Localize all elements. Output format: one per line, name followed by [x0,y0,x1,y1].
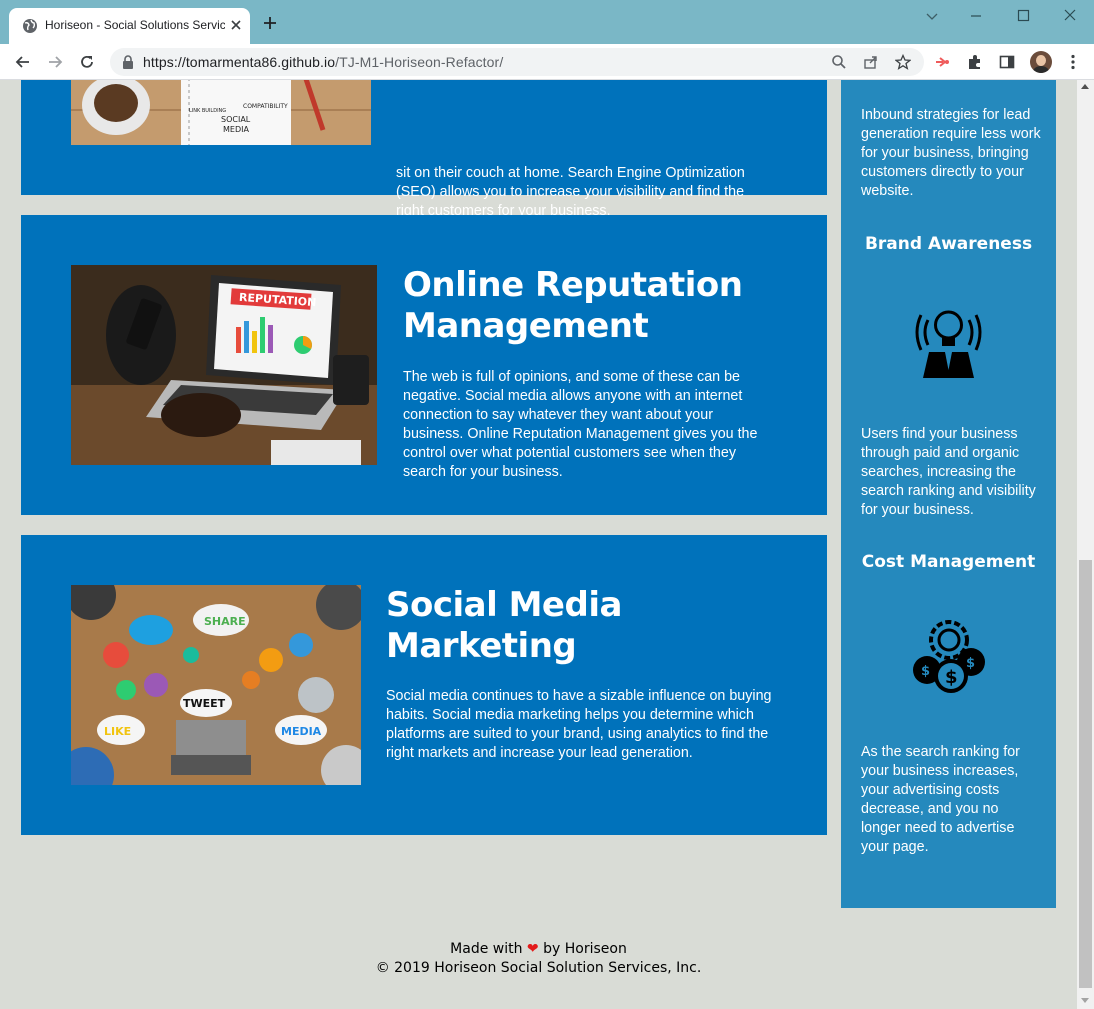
benefits-aside: Inbound strategies for lead generation r… [841,80,1056,908]
window-close-icon[interactable] [1060,6,1080,26]
smm-title-line-1: Social Media [386,585,622,625]
lead-generation-text: Inbound strategies for lead generation r… [861,107,1041,199]
side-panel-icon[interactable] [998,53,1016,71]
smm-section: SHARE TWEET LIKE MEDIA Social Media Mark… [21,535,827,835]
footer-made-with: Made with ❤ by Horiseon [0,940,1077,959]
smm-title-line-2: Marketing [386,626,577,666]
seo-text: sit on their couch at home. Search Engin… [396,164,776,221]
svg-text:$: $ [966,656,975,671]
seo-image-art: SOCIAL MEDIA COMPATIBILITY LINK BUILDING [71,80,371,145]
more-menu-icon[interactable] [1064,53,1082,71]
seo-image-word-media: MEDIA [223,125,249,134]
zoom-search-icon[interactable] [831,54,847,70]
orm-image-art: REPUTATION [71,265,377,465]
browser-toolbar: https://tomarmenta86.github.io/TJ-M1-Hor… [0,44,1094,80]
orm-title-line-2: Management [403,306,649,346]
profile-avatar[interactable] [1030,51,1052,73]
close-icon[interactable] [228,17,244,33]
tab-search-icon[interactable] [922,6,942,26]
share-icon[interactable] [863,54,879,70]
seo-section: SOCIAL MEDIA COMPATIBILITY LINK BUILDING… [21,80,827,219]
smm-title: Social Media Marketing [386,585,766,667]
brand-awareness-text: Users find your business through paid an… [861,426,1036,518]
page-footer: Made with ❤ by Horiseon © 2019 Horiseon … [0,940,1077,978]
orm-section: REPUTATION Online Reputation Management [21,215,827,515]
heart-icon: ❤ [526,941,539,957]
url-text[interactable]: https://tomarmenta86.github.io/TJ-M1-Hor… [143,54,503,70]
bookmark-star-icon[interactable] [895,54,911,70]
orm-title-line-1: Online Reputation [403,265,743,305]
browser-tab[interactable]: Horiseon - Social Solutions Services [9,8,250,44]
orm-title: Online Reputation Management [403,265,783,347]
footer-made-with-label: Made with [450,941,523,957]
seo-text-line-2: (SEO) allows you to increase your visibi… [396,184,745,200]
seo-image-word-link: LINK BUILDING [189,108,226,114]
svg-text:$: $ [921,664,930,679]
extension-arrow-icon[interactable] [933,53,951,71]
browser-tab-strip: Horiseon - Social Solutions Services [0,0,1094,44]
smm-image-word-share: SHARE [204,615,246,628]
gear-coins-icon: $ $ $ [913,620,985,693]
smm-image-word-like: LIKE [104,725,131,738]
extensions-puzzle-icon[interactable] [966,53,984,71]
scrollbar-thumb[interactable] [1079,560,1092,988]
globe-icon [23,19,37,33]
smm-image-word-media: MEDIA [281,725,322,738]
scroll-down-arrow-icon[interactable] [1081,998,1089,1003]
url-host: https://tomarmenta86.github.io [143,54,336,70]
footer-copyright: © 2019 Horiseon Social Solution Services… [375,960,702,976]
tab-title: Horiseon - Social Solutions Services [45,18,225,32]
reload-icon[interactable] [78,53,96,71]
vertical-scrollbar[interactable] [1077,80,1094,1009]
scroll-up-arrow-icon[interactable] [1081,84,1089,89]
seo-image: SOCIAL MEDIA COMPATIBILITY LINK BUILDING [71,80,371,145]
lock-icon[interactable] [122,55,134,69]
brand-awareness-title: Brand Awareness [864,234,1033,254]
maximize-icon[interactable] [1013,6,1033,26]
lightbulb-person-icon [915,310,982,378]
smm-image-art: SHARE TWEET LIKE MEDIA [71,585,361,785]
minimize-icon[interactable] [966,6,986,26]
orm-image: REPUTATION [71,265,377,465]
cost-management-title: Cost Management [861,552,1036,572]
page-viewport: SOCIAL MEDIA COMPATIBILITY LINK BUILDING… [0,80,1077,1009]
orm-text: The web is full of opinions, and some of… [403,369,758,480]
smm-image-word-tweet: TWEET [183,697,226,710]
new-tab-icon[interactable] [262,15,278,31]
smm-image: SHARE TWEET LIKE MEDIA [71,585,361,785]
svg-text:$: $ [945,667,958,688]
back-arrow-icon[interactable] [14,53,32,71]
seo-image-word-social: SOCIAL [221,115,251,124]
cost-management-text: As the search ranking for your business … [861,744,1020,855]
seo-text-line-1: sit on their couch at home. Search Engin… [396,165,745,181]
url-path: /TJ-M1-Horiseon-Refactor/ [335,54,504,70]
footer-by-label: by Horiseon [543,941,627,957]
forward-arrow-icon[interactable] [46,53,64,71]
seo-image-word-compat: COMPATIBILITY [243,103,288,110]
smm-text: Social media continues to have a sizable… [386,688,772,761]
address-bar[interactable]: https://tomarmenta86.github.io/TJ-M1-Hor… [110,48,924,76]
